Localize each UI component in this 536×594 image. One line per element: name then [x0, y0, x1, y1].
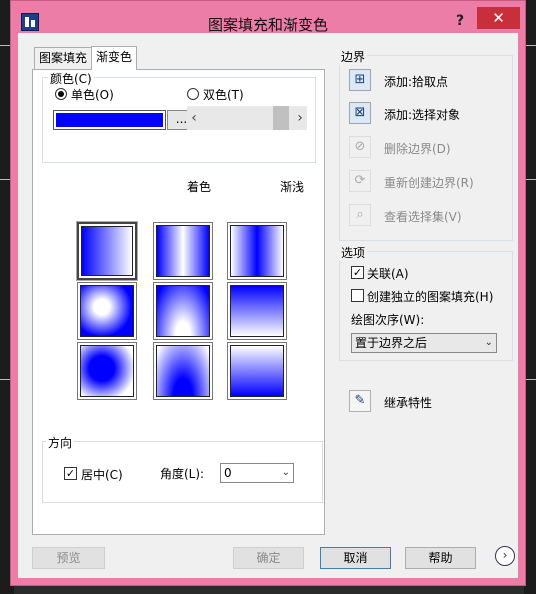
- gradient-tile-invspherical[interactable]: [77, 342, 137, 400]
- color-swatch-field[interactable]: [53, 110, 166, 130]
- two-color-label: 双色(T): [203, 88, 244, 102]
- two-color-radio[interactable]: [187, 88, 199, 100]
- gradient-preview: [80, 285, 134, 337]
- inherit-properties-icon[interactable]: ✎: [349, 390, 371, 412]
- more-options-icon[interactable]: ›: [495, 546, 515, 566]
- ok-button: 确定: [233, 547, 304, 569]
- help-icon[interactable]: ?: [451, 12, 469, 30]
- gradient-tile-linear[interactable]: [76, 221, 138, 281]
- color-swatch: [56, 113, 163, 127]
- associative-checkbox[interactable]: ✓: [351, 266, 364, 279]
- separate-hatch-checkbox[interactable]: [351, 289, 364, 302]
- angle-label: 角度(L):: [160, 467, 205, 481]
- tint-label: 渐浅: [280, 180, 305, 194]
- gradient-tab-panel: 颜色(C) 单色(O) 双色(T) ... ‹ › 着色 渐浅 方向 ✓ 居中(…: [32, 69, 325, 535]
- chevron-down-icon: ⌄: [281, 467, 290, 478]
- select-objects-icon[interactable]: ⊠: [349, 102, 371, 124]
- draw-order-value: 置于边界之后: [355, 336, 428, 350]
- color-group-label: 颜色(C): [48, 70, 94, 87]
- window-title: 图案填充和渐变色: [207, 16, 328, 34]
- draw-order-select[interactable]: 置于边界之后 ⌄: [351, 333, 497, 353]
- pick-point-icon[interactable]: ⊞: [349, 69, 371, 91]
- gradient-tile-invhemispherical[interactable]: [153, 342, 213, 400]
- chevron-down-icon: ⌄: [484, 337, 493, 348]
- tab-gradient[interactable]: 渐变色: [91, 46, 138, 70]
- tab-hatch[interactable]: 图案填充: [34, 47, 93, 69]
- cancel-button[interactable]: 取消: [320, 547, 391, 569]
- slider-left-arrow[interactable]: ‹: [187, 106, 201, 130]
- gradient-tile-invcylinder[interactable]: [227, 222, 287, 280]
- separate-hatch-label: 创建独立的图案填充(H): [367, 290, 494, 304]
- gradient-tile-curved[interactable]: [227, 282, 287, 340]
- gradient-preview: [230, 345, 284, 397]
- angle-value: 0: [224, 466, 232, 480]
- boundary-item-label: 删除边界(D): [384, 142, 451, 156]
- remove-boundary-icon: ⊘: [349, 136, 371, 158]
- inherit-properties-label[interactable]: 继承特性: [384, 394, 432, 411]
- gradient-tile-spherical[interactable]: [77, 282, 137, 340]
- centered-checkbox[interactable]: ✓: [64, 467, 77, 480]
- boundary-item-label[interactable]: 添加:选择对象: [384, 106, 460, 123]
- dialog-client-area: 图案填充 渐变色 颜色(C) 单色(O) 双色(T) ... ‹ › 着色 渐浅: [18, 33, 518, 578]
- orientation-group-label: 方向: [46, 434, 75, 451]
- boundary-item-label: 重新创建边界(R): [384, 176, 474, 190]
- shade-tint-slider[interactable]: ‹ ›: [187, 106, 307, 130]
- close-button[interactable]: ✕: [477, 7, 520, 29]
- boundaries-group-label: 边界: [339, 48, 368, 65]
- recreate-boundary-icon: ⟳: [349, 170, 371, 192]
- slider-right-arrow[interactable]: ›: [293, 106, 307, 130]
- boundary-item-label: 查看选择集(V): [384, 210, 462, 224]
- gradient-preview: [156, 345, 210, 397]
- gradient-preview: [230, 285, 284, 337]
- hatch-gradient-dialog: 图案填充和渐变色 ? ✕ 图案填充 渐变色 颜色(C) 单色(O) 双色(T) …: [10, 0, 526, 586]
- preview-button: 预览: [32, 547, 105, 569]
- associative-label: 关联(A): [367, 267, 409, 281]
- gradient-tile-hemispherical[interactable]: [153, 282, 213, 340]
- help-button[interactable]: 帮助: [405, 547, 476, 569]
- gradient-tile-cylinder[interactable]: [153, 222, 213, 280]
- single-color-radio[interactable]: [55, 88, 67, 100]
- centered-label: 居中(C): [81, 468, 123, 482]
- angle-select[interactable]: 0 ⌄: [220, 463, 294, 483]
- slider-thumb[interactable]: [273, 106, 289, 130]
- gradient-preview: [81, 226, 133, 276]
- single-color-label: 单色(O): [71, 88, 114, 102]
- shade-label: 着色: [187, 180, 212, 194]
- view-selections-icon: ⌕: [349, 204, 371, 226]
- options-group-label: 选项: [339, 244, 368, 261]
- draw-order-label: 绘图次序(W):: [351, 313, 425, 327]
- gradient-tile-invcurved[interactable]: [227, 342, 287, 400]
- gradient-preview: [230, 225, 284, 277]
- gradient-preview: [156, 285, 210, 337]
- boundary-item-label[interactable]: 添加:拾取点: [384, 73, 448, 90]
- gradient-preview: [80, 345, 134, 397]
- gradient-preview: [156, 225, 210, 277]
